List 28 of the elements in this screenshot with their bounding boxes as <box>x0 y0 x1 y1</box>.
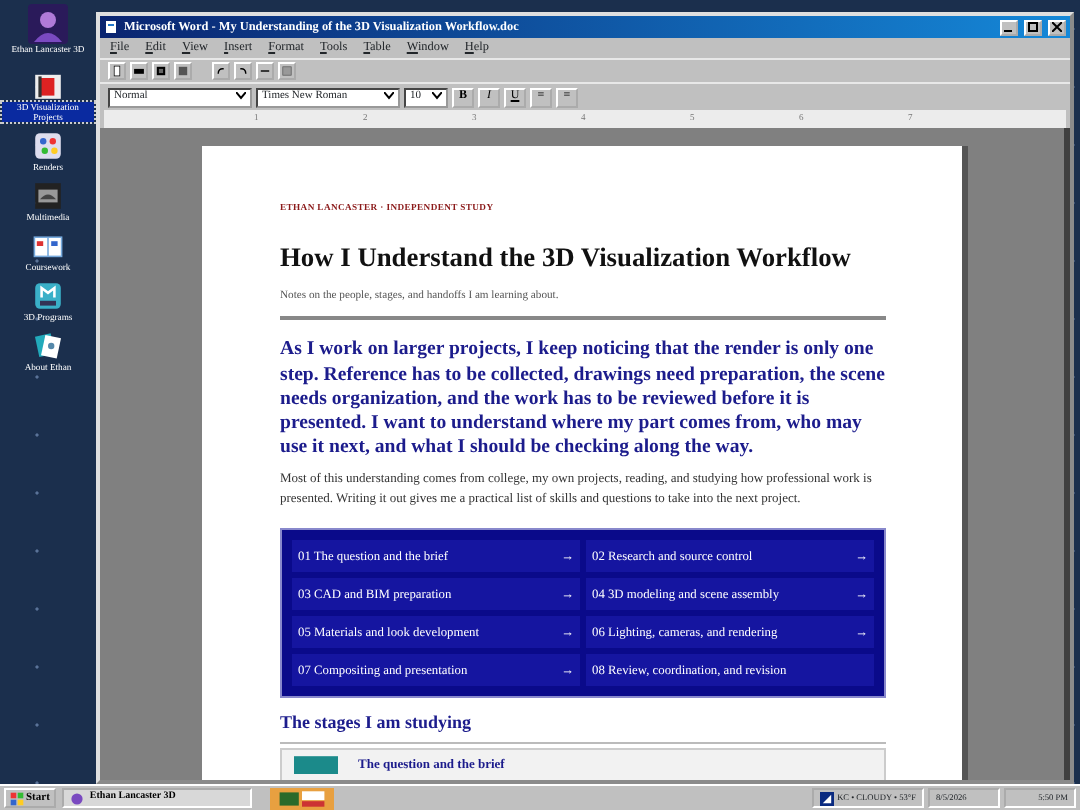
undo-icon <box>214 64 228 78</box>
palette-icon[interactable] <box>32 130 64 163</box>
save-button[interactable] <box>152 62 170 80</box>
windows-logo-icon <box>10 791 24 805</box>
maximize-icon <box>1028 22 1038 32</box>
logo-icon[interactable] <box>269 787 334 809</box>
save-icon <box>154 64 168 78</box>
document-icon <box>104 20 118 34</box>
section-heading: The stages I am studying <box>280 710 886 744</box>
close-button[interactable] <box>1048 19 1066 35</box>
redo-icon <box>236 64 250 78</box>
new-button[interactable] <box>108 62 126 80</box>
undo-button[interactable] <box>212 62 230 80</box>
stage-thumbnail-icon <box>294 755 338 774</box>
app-icon <box>69 791 84 805</box>
close-icon <box>1052 22 1062 32</box>
new-icon <box>110 64 124 78</box>
lead-paragraph: As I work on larger projects, I keep noticing that the render is only one step. Reference has to be collected, drawings need preparation, the scene needs organization, and the work has to be reviewed before it is presented. I want to understand where my part comes from, who may use it next, and what I should be checking along the way. <box>280 338 886 461</box>
document-title: How I Understand the 3D Visualization Workflow <box>280 239 853 276</box>
redo-button[interactable] <box>234 62 252 80</box>
minimize-button[interactable] <box>1000 19 1018 35</box>
avatar-icon[interactable] <box>28 4 68 44</box>
paper-icon[interactable] <box>32 330 64 363</box>
weather-icon <box>819 791 834 805</box>
program-icon[interactable] <box>32 280 64 313</box>
maximize-button[interactable] <box>1024 19 1042 35</box>
film-icon[interactable] <box>32 180 64 213</box>
book-icon[interactable] <box>32 230 64 263</box>
